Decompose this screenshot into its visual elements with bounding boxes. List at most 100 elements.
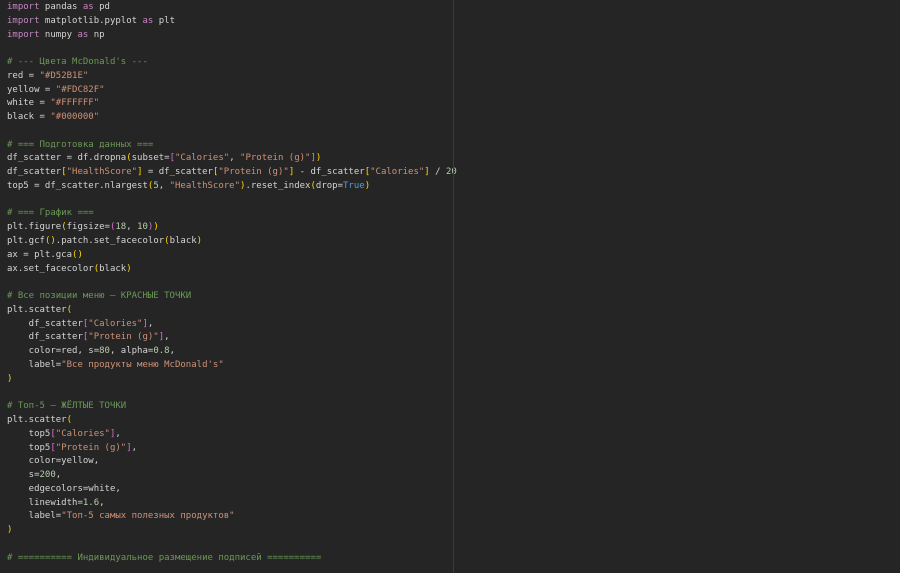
code-line[interactable]: color=yellow,	[7, 455, 457, 469]
keyword-token: as	[77, 29, 89, 40]
code-token: yellow =	[7, 84, 56, 95]
bracket-token: )	[7, 525, 13, 536]
code-line[interactable]: top5["Protein (g)"],	[7, 442, 457, 456]
code-token: plt	[153, 15, 175, 26]
code-line[interactable]: import matplotlib.pyplot as plt	[7, 15, 457, 29]
code-token: linewidth=	[7, 497, 83, 508]
bracket-token: )	[196, 236, 203, 247]
bracket-token: )	[126, 263, 132, 274]
bracket-token: )	[153, 222, 159, 233]
code-token: numpy	[39, 29, 78, 40]
number-token: 1.6	[82, 497, 100, 508]
code-line[interactable]	[7, 538, 457, 552]
code-line[interactable]: # === График ===	[7, 207, 457, 221]
code-line[interactable]: df_scatter["Calories"],	[7, 318, 457, 332]
code-line[interactable]: linewidth=1.6,	[7, 497, 457, 511]
bracket-token: )	[7, 373, 13, 384]
code-line[interactable]: white = "#FFFFFF"	[7, 97, 457, 111]
code-line[interactable]: plt.scatter(	[7, 304, 457, 318]
code-token: pd	[93, 2, 110, 12]
string-token: "HealthScore"	[169, 180, 241, 191]
code-line[interactable]: top5 = df_scatter.nlargest(5, "HealthSco…	[7, 180, 457, 194]
code-line[interactable]: df_scatter["Protein (g)"],	[7, 331, 457, 345]
code-line[interactable]: top5["Calories"],	[7, 428, 457, 442]
code-token: plt.scatter	[7, 414, 67, 425]
comment-token: # === График ===	[7, 208, 94, 219]
comment-token: # --- Цвета McDonald's ---	[7, 57, 148, 68]
code-token: top5	[7, 428, 51, 439]
bracket-token: (	[66, 304, 73, 315]
number-token: 80	[99, 346, 110, 357]
code-line[interactable]: red = "#D52B1E"	[7, 70, 457, 84]
string-token: "#000000"	[50, 112, 100, 123]
code-line[interactable]: plt.gcf().patch.set_facecolor(black)	[7, 235, 457, 249]
code-token: top5	[7, 442, 51, 453]
code-line[interactable]: plt.figure(figsize=(18, 10))	[7, 221, 457, 235]
code-token: ,	[164, 332, 170, 343]
bracket-token: ()	[72, 249, 83, 260]
code-line[interactable]: black = "#000000"	[7, 111, 457, 125]
code-line[interactable]: df_scatter = df.dropna(subset=["Calories…	[7, 152, 457, 166]
code-line[interactable]: # ========== Индивидуальное размещение п…	[7, 552, 457, 566]
code-token: color=yellow,	[7, 456, 100, 467]
code-token: np	[88, 29, 105, 40]
code-line[interactable]: yellow = "#FDC82F"	[7, 84, 457, 98]
code-line[interactable]	[7, 276, 457, 290]
string-token: "Protein (g)"	[240, 153, 311, 164]
number-token: 0.8	[153, 346, 170, 357]
code-token: ,	[158, 180, 170, 191]
code-line[interactable]: label="Топ-5 самых полезных продуктов"	[7, 510, 457, 524]
code-token: .reset_index	[245, 180, 311, 191]
code-line[interactable]	[7, 42, 457, 56]
code-token: ,	[169, 346, 176, 357]
string-token: "Calories"	[175, 153, 230, 164]
code-token: label=	[7, 359, 62, 370]
code-line[interactable]: # Топ-5 — ЖЁЛТЫЕ ТОЧКИ	[7, 400, 457, 414]
code-token: matplotlib.pyplot	[39, 15, 143, 26]
code-token: subset=	[131, 153, 170, 164]
code-line[interactable]: # === Подготовка данных ===	[7, 139, 457, 153]
code-line[interactable]: df_scatter["HealthScore"] = df_scatter["…	[7, 166, 457, 180]
code-token: plt.gcf	[7, 236, 45, 247]
code-line[interactable]: # Все позиции меню — КРАСНЫЕ ТОЧКИ	[7, 290, 457, 304]
string-token: "Protein (g)"	[55, 442, 127, 453]
string-token: "#D52B1E"	[39, 70, 89, 81]
code-line[interactable]	[7, 386, 457, 400]
code-line[interactable]: )	[7, 524, 457, 538]
code-line[interactable]	[7, 194, 457, 208]
code-token: ,	[229, 153, 241, 164]
keyword-token: as	[142, 15, 154, 26]
code-line[interactable]: edgecolors=white,	[7, 483, 457, 497]
code-token: ,	[115, 428, 121, 439]
code-line[interactable]: color=red, s=80, alpha=0.8,	[7, 345, 457, 359]
code-line[interactable]	[7, 125, 457, 139]
comment-token: # Топ-5 — ЖЁЛТЫЕ ТОЧКИ	[7, 401, 127, 412]
code-token: white =	[7, 98, 51, 109]
code-line[interactable]: import numpy as np	[7, 29, 457, 43]
code-editor[interactable]: import pandas as pd import matplotlib.pyp…	[7, 1, 457, 565]
number-token: 20	[445, 167, 457, 178]
bracket-token: )	[315, 153, 322, 164]
keyword-token: as	[82, 2, 94, 12]
code-token: figsize=	[66, 222, 110, 233]
code-line[interactable]: plt.scatter(	[7, 414, 457, 428]
code-line[interactable]: ax = plt.gca()	[7, 249, 457, 263]
code-token: df_scatter	[7, 167, 62, 178]
number-token: 10	[137, 222, 148, 233]
code-line[interactable]: # --- Цвета McDonald's ---	[7, 56, 457, 70]
comment-token: # ========== Индивидуальное размещение п…	[7, 552, 322, 563]
bracket-token: )	[364, 180, 371, 191]
code-line[interactable]: import pandas as pd	[7, 1, 457, 15]
code-line[interactable]: ax.set_facecolor(black)	[7, 263, 457, 277]
number-token: 18	[115, 222, 127, 233]
code-token: ax = plt.gca	[7, 249, 73, 260]
code-line[interactable]: s=200,	[7, 469, 457, 483]
code-line[interactable]: label="Все продукты меню McDonald's"	[7, 359, 457, 373]
vertical-ruler	[453, 0, 454, 573]
code-token: drop=	[315, 180, 343, 191]
constant-token: True	[343, 180, 365, 191]
code-token: black	[169, 236, 197, 247]
code-line[interactable]: )	[7, 373, 457, 387]
code-token: ,	[126, 222, 138, 233]
code-token: /	[429, 167, 446, 178]
